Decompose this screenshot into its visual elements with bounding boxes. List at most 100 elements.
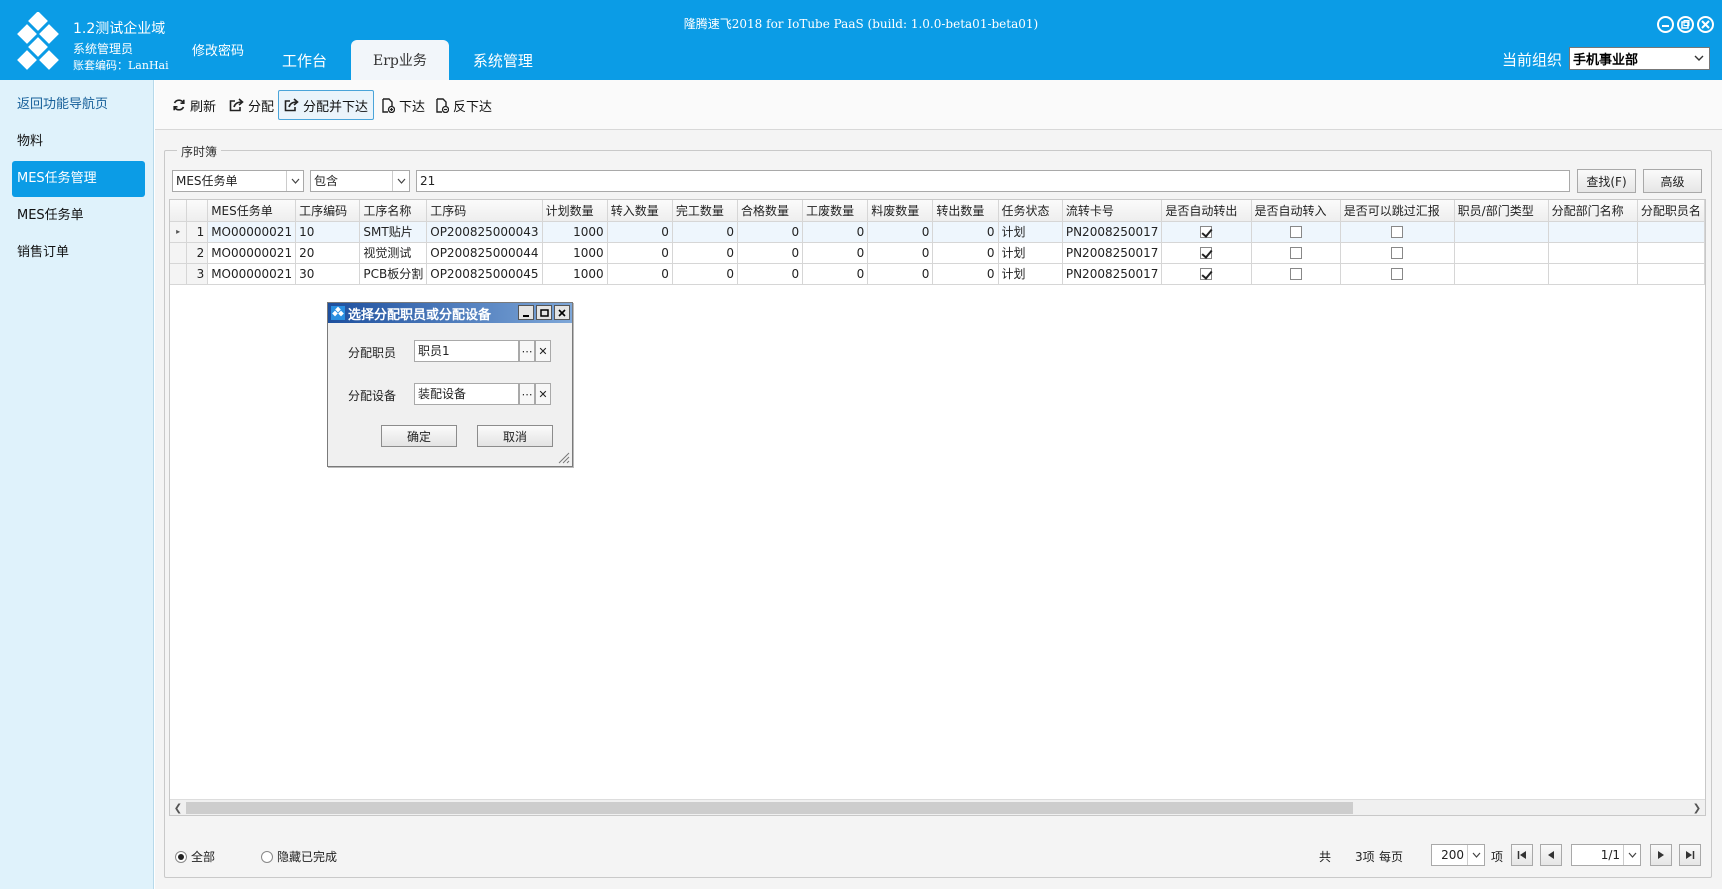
cell-in-qty[interactable]: 0 <box>607 263 673 285</box>
assign-button[interactable]: 分配 <box>224 90 279 120</box>
cell-out-qty[interactable]: 0 <box>932 263 999 285</box>
filter-hide-done-radio[interactable]: 隐藏已完成 <box>261 848 337 865</box>
cell-op-no[interactable]: OP200825000045 <box>426 263 543 285</box>
minimize-icon[interactable] <box>518 305 534 320</box>
cell-dept-name[interactable] <box>1548 263 1638 285</box>
cell-card-no[interactable]: PN2008250017 <box>1062 263 1163 285</box>
cell-task[interactable]: MO00000021 <box>207 221 297 243</box>
sidebar-item-back[interactable]: 返回功能导航页 <box>12 87 145 123</box>
checkbox-unchecked[interactable] <box>1289 247 1302 259</box>
close-icon[interactable] <box>1697 16 1714 33</box>
sidebar-item-mes-task[interactable]: MES任务单 <box>12 198 145 234</box>
prev-page-button[interactable] <box>1540 844 1562 866</box>
page-select[interactable]: 1/1 <box>1571 844 1641 866</box>
cell-staff-dept-type[interactable] <box>1454 221 1549 243</box>
filter-field-select[interactable]: MES任务单 <box>172 170 304 192</box>
sidebar-item-sales-order[interactable]: 销售订单 <box>12 235 145 271</box>
table-row[interactable]: 3 MO00000021 30 PCB板分割 OP200825000045 10… <box>170 263 1706 285</box>
release-button[interactable]: 下达 <box>376 90 430 120</box>
page-size-select[interactable]: 200 <box>1431 844 1485 866</box>
column-header[interactable]: MES任务单 <box>207 200 297 222</box>
cell-done-qty[interactable]: 0 <box>672 221 738 243</box>
cell-done-qty[interactable]: 0 <box>672 263 738 285</box>
cell-plan-qty[interactable]: 1000 <box>542 221 608 243</box>
sidebar-item-mes-task-mgmt[interactable]: MES任务管理 <box>12 161 145 197</box>
cell-staff-name[interactable] <box>1637 221 1706 243</box>
column-header[interactable]: 职员/部门类型 <box>1454 200 1549 222</box>
cell-material-scrap-qty[interactable]: 0 <box>867 263 934 285</box>
chevron-left-icon[interactable]: ❮ <box>170 800 186 816</box>
cell-work-scrap-qty[interactable]: 0 <box>802 221 869 243</box>
column-header[interactable]: 工序名称 <box>359 200 428 222</box>
column-header[interactable]: 计划数量 <box>542 200 608 222</box>
refresh-button[interactable]: 刷新 <box>167 90 221 120</box>
cell-staff-dept-type[interactable] <box>1454 242 1549 264</box>
column-header[interactable]: 料废数量 <box>867 200 934 222</box>
column-header[interactable]: 转出数量 <box>932 200 999 222</box>
unrelease-button[interactable]: 反下达 <box>430 90 497 120</box>
cell-op-code[interactable]: 10 <box>295 221 361 243</box>
cell-op-name[interactable]: PCB板分割 <box>359 263 428 285</box>
checkbox-unchecked[interactable] <box>1289 268 1302 280</box>
cell-auto-out[interactable] <box>1161 242 1252 264</box>
device-clear-button[interactable]: ✕ <box>535 383 551 405</box>
column-header[interactable]: 工序编码 <box>295 200 361 222</box>
horizontal-scrollbar[interactable]: ❮ ❯ <box>170 799 1705 815</box>
column-header[interactable]: 工废数量 <box>802 200 869 222</box>
restore-icon[interactable] <box>1677 16 1694 33</box>
column-header[interactable]: 分配部门名称 <box>1548 200 1638 222</box>
cell-op-name[interactable]: 视觉测试 <box>359 242 428 264</box>
minimize-icon[interactable] <box>1657 16 1674 33</box>
tab-erp[interactable]: Erp业务 <box>351 40 449 80</box>
resize-grip-icon[interactable] <box>558 452 570 464</box>
chevron-right-icon[interactable]: ❯ <box>1689 800 1705 816</box>
scrollbar-thumb[interactable] <box>186 802 1353 814</box>
staff-browse-button[interactable]: ⋯ <box>519 340 535 362</box>
cell-ok-qty[interactable]: 0 <box>737 263 804 285</box>
column-header[interactable]: 是否自动转入 <box>1251 200 1341 222</box>
checkbox-unchecked[interactable] <box>1289 226 1302 238</box>
maximize-icon[interactable] <box>536 305 552 320</box>
change-password-link[interactable]: 修改密码 <box>192 40 244 59</box>
checkbox-unchecked[interactable] <box>1391 247 1404 259</box>
ok-button[interactable]: 确定 <box>381 425 457 447</box>
cell-staff-name[interactable] <box>1637 242 1706 264</box>
cell-done-qty[interactable]: 0 <box>672 242 738 264</box>
cell-op-code[interactable]: 20 <box>295 242 361 264</box>
sidebar-item-material[interactable]: 物料 <box>12 124 145 160</box>
staff-input[interactable]: 职员1 <box>414 340 519 362</box>
column-header[interactable]: 流转卡号 <box>1062 200 1163 222</box>
cell-in-qty[interactable]: 0 <box>607 242 673 264</box>
cell-task[interactable]: MO00000021 <box>207 263 297 285</box>
cell-in-qty[interactable]: 0 <box>607 221 673 243</box>
cancel-button[interactable]: 取消 <box>477 425 553 447</box>
table-row[interactable]: 2 MO00000021 20 视觉测试 OP200825000044 1000… <box>170 242 1706 264</box>
column-header[interactable]: 转入数量 <box>607 200 673 222</box>
cell-skip-report[interactable] <box>1340 242 1455 264</box>
cell-auto-in[interactable] <box>1251 242 1341 264</box>
cell-card-no[interactable]: PN2008250017 <box>1062 221 1163 243</box>
cell-out-qty[interactable]: 0 <box>932 221 999 243</box>
filter-all-radio[interactable]: 全部 <box>175 848 215 865</box>
cell-material-scrap-qty[interactable]: 0 <box>867 242 934 264</box>
cell-auto-in[interactable] <box>1251 263 1341 285</box>
dialog-titlebar[interactable]: 选择分配职员或分配设备 <box>328 303 572 323</box>
checkbox-unchecked[interactable] <box>1391 226 1404 238</box>
column-header[interactable]: 合格数量 <box>737 200 804 222</box>
assign-and-release-button[interactable]: 分配并下达 <box>278 90 375 120</box>
cell-op-code[interactable]: 30 <box>295 263 361 285</box>
column-header[interactable]: 分配职员名 <box>1637 200 1706 222</box>
checkbox-checked[interactable] <box>1200 226 1213 238</box>
cell-auto-out[interactable] <box>1161 221 1252 243</box>
cell-dept-name[interactable] <box>1548 242 1638 264</box>
cell-status[interactable]: 计划 <box>998 263 1063 285</box>
cell-dept-name[interactable] <box>1548 221 1638 243</box>
cell-work-scrap-qty[interactable]: 0 <box>802 263 869 285</box>
advanced-button[interactable]: 高级 <box>1643 169 1702 193</box>
cell-auto-out[interactable] <box>1161 263 1252 285</box>
tab-system[interactable]: 系统管理 <box>453 40 553 80</box>
cell-skip-report[interactable] <box>1340 263 1455 285</box>
filter-operator-select[interactable]: 包含 <box>310 170 410 192</box>
cell-status[interactable]: 计划 <box>998 242 1063 264</box>
tab-workbench[interactable]: 工作台 <box>262 40 347 80</box>
